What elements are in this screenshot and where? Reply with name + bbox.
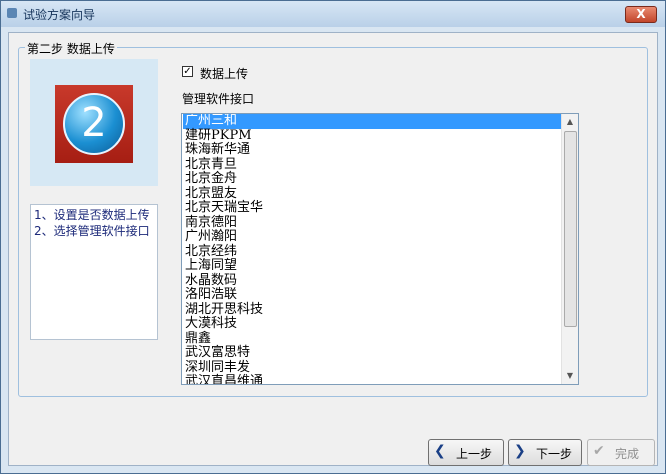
interface-list-item[interactable]: 北京盟友 <box>183 186 561 202</box>
interface-list-item[interactable]: 北京天瑞宝华 <box>183 200 561 216</box>
prev-button[interactable]: ❮ 上一步 <box>428 439 504 466</box>
prev-button-label: 上一步 <box>456 447 493 461</box>
upload-checkbox[interactable]: ✓ <box>182 66 193 77</box>
interface-list-item[interactable]: 建研PKPM <box>183 128 561 144</box>
interface-list-item[interactable]: 洛阳浩联 <box>183 287 561 303</box>
interface-list-item[interactable]: 武汉直昌维通 <box>183 374 561 384</box>
interface-list-item[interactable]: 北京金舟 <box>183 171 561 187</box>
next-button-label: 下一步 <box>536 447 573 461</box>
title-bar[interactable]: 试验方案向导 X <box>1 1 665 27</box>
step-number-icon: 2 <box>55 85 133 163</box>
group-title: 第二步 数据上传 <box>25 40 117 57</box>
step-image-panel: 2 <box>30 59 158 186</box>
scroll-thumb[interactable] <box>564 131 577 327</box>
close-button[interactable]: X <box>625 6 657 23</box>
interface-listbox[interactable]: 广州三和 建研PKPM 珠海新华通 北京青旦 北京金舟 北京盟友 北京天瑞宝华 南京德阳 广州瀚… <box>181 113 579 385</box>
interface-list-item[interactable]: 水晶数码 <box>183 273 561 289</box>
upload-checkbox-label[interactable]: 数据上传 <box>200 65 248 82</box>
interface-list-item[interactable]: 湖北开思科技 <box>183 302 561 318</box>
interface-list[interactable]: 广州三和 建研PKPM 珠海新华通 北京青旦 北京金舟 北京盟友 北京天瑞宝华 南京德阳 广州瀚… <box>183 114 561 384</box>
step-number-badge: 2 <box>63 93 125 155</box>
step-group: 第二步 数据上传 2 1、设置是否数据上传 2、选择管理软件接口 ✓ 数据上传 管… <box>18 40 648 397</box>
interface-list-item[interactable]: 深圳同丰发 <box>183 360 561 376</box>
interface-list-item[interactable]: 北京青旦 <box>183 157 561 173</box>
step-item: 2、选择管理软件接口 <box>34 224 150 238</box>
interface-list-item[interactable]: 广州三和 <box>183 114 561 129</box>
next-button[interactable]: ❯ 下一步 <box>508 439 582 466</box>
interface-list-item[interactable]: 北京经纬 <box>183 244 561 260</box>
checkmark-icon: ✔ <box>593 443 605 459</box>
interface-list-item[interactable]: 鼎鑫 <box>183 331 561 347</box>
interface-label: 管理软件接口 <box>182 92 255 106</box>
interface-list-item[interactable]: 上海同望 <box>183 258 561 274</box>
scroll-down-icon[interactable]: ▼ <box>562 368 578 384</box>
chevron-right-icon: ❯ <box>514 443 526 459</box>
steps-list: 1、设置是否数据上传 2、选择管理软件接口 <box>30 204 158 340</box>
finish-button[interactable]: ✔ 完成 <box>587 439 655 466</box>
chevron-left-icon: ❮ <box>434 443 446 459</box>
list-scrollbar[interactable]: ▲ ▼ <box>561 114 578 384</box>
interface-list-item[interactable]: 大漠科技 <box>183 316 561 332</box>
client-area: 第二步 数据上传 2 1、设置是否数据上传 2、选择管理软件接口 ✓ 数据上传 管… <box>8 32 658 466</box>
interface-list-item[interactable]: 南京德阳 <box>183 215 561 231</box>
interface-list-item[interactable]: 武汉富思特 <box>183 345 561 361</box>
window-title: 试验方案向导 <box>23 8 96 22</box>
step-item: 1、设置是否数据上传 <box>34 208 150 222</box>
interface-list-item[interactable]: 广州瀚阳 <box>183 229 561 245</box>
finish-button-label: 完成 <box>615 447 640 461</box>
interface-list-item[interactable]: 珠海新华通 <box>183 142 561 158</box>
wizard-window: 试验方案向导 X 第二步 数据上传 2 1、设置是否数据上传 2、选择管理软件接口… <box>0 0 666 474</box>
app-icon <box>7 8 17 18</box>
scroll-up-icon[interactable]: ▲ <box>562 114 578 130</box>
